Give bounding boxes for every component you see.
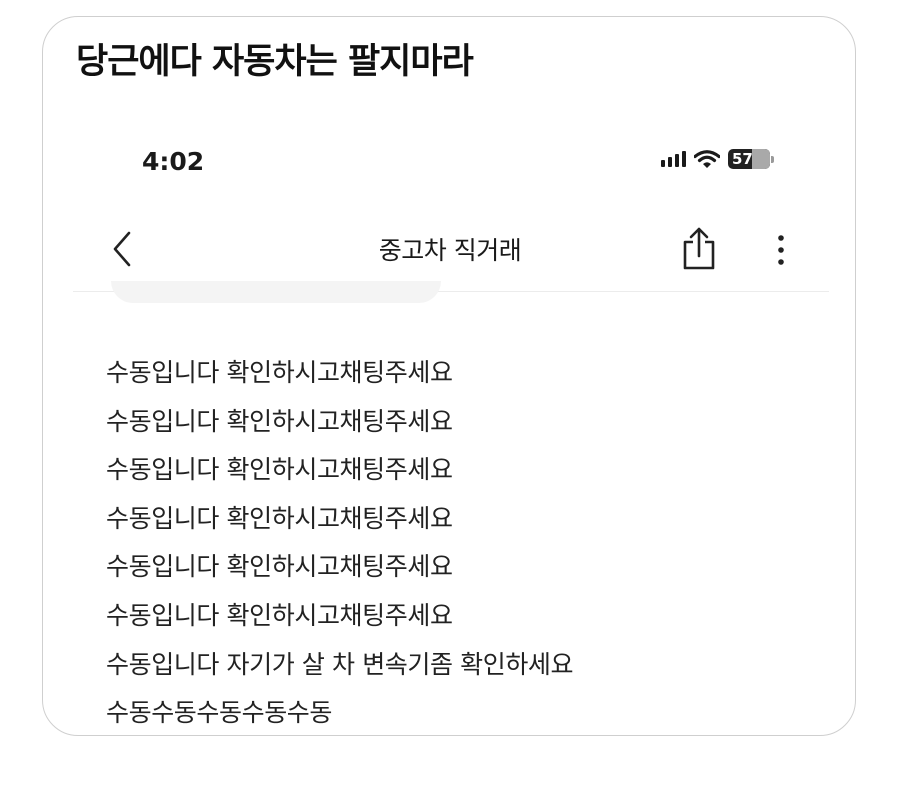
message-line: 수동입니다 확인하시고채팅주세요 xyxy=(106,503,453,533)
wifi-icon xyxy=(694,149,720,168)
battery-level: 57 xyxy=(732,150,753,168)
message-line: 수동입니다 확인하시고채팅주세요 xyxy=(106,358,453,387)
previous-message-bubble xyxy=(111,281,441,303)
post-card: 당근에다 자동차는 팔지마라 4:02 57 중고차 직거래 수동입니다 확인하… xyxy=(42,16,856,736)
status-icons: 57 xyxy=(661,149,774,169)
message-line: 수동입니다 확인하시고채팅주세요 xyxy=(106,455,453,485)
battery-icon: 57 xyxy=(728,149,774,169)
more-vertical-icon[interactable] xyxy=(769,231,793,271)
message-line: 수동입니다 확인하시고채팅주세요 xyxy=(106,552,453,582)
message-line: 수동수동수동수동수동 xyxy=(106,698,333,728)
message-list: 수동입니다 확인하시고채팅주세요 수동입니다 확인하시고채팅주세요 수동입니다 … xyxy=(106,349,574,735)
share-icon[interactable] xyxy=(679,225,719,271)
signal-icon xyxy=(661,151,686,167)
page-title: 중고차 직거래 xyxy=(378,236,522,265)
message-line: 수동입니다 자기가 살 차 변속기좀 확인하세요 xyxy=(106,649,574,679)
message-line: 수동입니다 확인하시고채팅주세요 xyxy=(106,406,453,436)
message-line: 수동입니다 확인하시고채팅주세요 xyxy=(106,600,453,630)
post-headline: 당근에다 자동차는 팔지마라 xyxy=(76,42,474,82)
status-time: 4:02 xyxy=(142,147,205,176)
